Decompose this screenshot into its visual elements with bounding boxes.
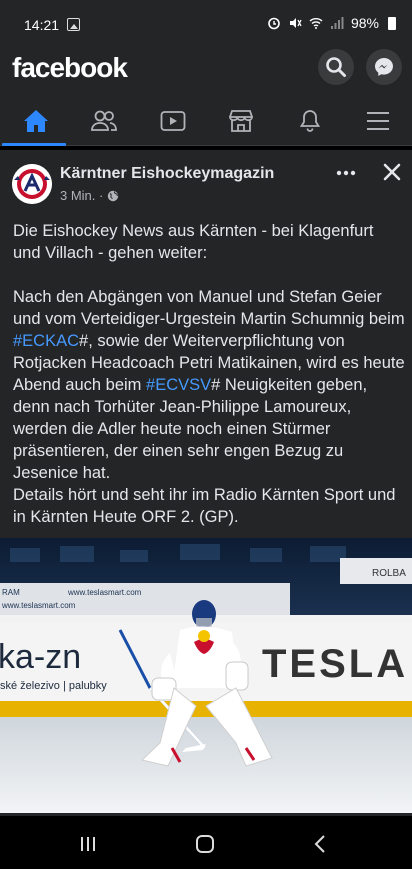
ad-ram: RAM [2, 588, 20, 597]
tab-friends[interactable] [69, 96, 138, 146]
post-meta: 3 Min. · [60, 188, 119, 203]
battery-percent: 98% [350, 15, 379, 31]
post-intro: Die Eishockey News aus Kärnten - bei Kla… [13, 222, 379, 262]
tab-menu[interactable] [343, 96, 412, 146]
alarm-icon [268, 17, 280, 30]
hockey-photo: RAM www.teslasmart.com www.teslasmart.co… [0, 538, 412, 813]
gallery-notification-icon [67, 18, 80, 31]
ad-url-2: www.teslasmart.com [1, 601, 76, 610]
messenger-button[interactable] [366, 49, 402, 85]
bell-icon [299, 110, 320, 132]
signal-icon [330, 17, 344, 29]
post-author[interactable]: Kärntner Eishockeymagazin [60, 165, 274, 183]
post-body: Die Eishockey News aus Kärnten - bei Kla… [13, 220, 405, 528]
ad-url: www.teslasmart.com [67, 588, 142, 597]
app-header: facebook [0, 44, 412, 96]
system-nav-bar [0, 820, 412, 869]
tab-watch[interactable] [138, 96, 207, 146]
recent-apps-button[interactable] [68, 830, 108, 858]
post-photo[interactable]: RAM www.teslasmart.com www.teslasmart.co… [0, 538, 412, 813]
author-avatar[interactable] [12, 164, 52, 204]
battery-icon [388, 16, 396, 30]
status-icons: 98% [267, 15, 396, 31]
back-icon [314, 835, 325, 853]
friends-icon [90, 110, 117, 131]
board-left-sub: ské železivo | palubky [0, 680, 107, 692]
globe-icon [108, 190, 119, 201]
search-button[interactable] [318, 49, 354, 85]
home-circle-icon [196, 835, 214, 853]
post-time[interactable]: 3 Min. · [60, 188, 103, 203]
tab-home[interactable] [1, 96, 70, 146]
hide-post-button[interactable] [380, 160, 404, 184]
search-icon [326, 57, 346, 77]
back-button[interactable] [300, 830, 340, 858]
tab-marketplace[interactable] [206, 96, 275, 146]
ad-rolba: ROLBA [372, 568, 406, 579]
close-icon [383, 163, 401, 181]
video-icon [160, 111, 185, 131]
messenger-icon [375, 58, 393, 76]
board-left-text: ka-zn [0, 638, 81, 676]
club-logo-icon [12, 164, 52, 204]
recents-icon [81, 837, 95, 851]
feed-post: Kärntner Eishockeymagazin 3 Min. · Die E… [0, 150, 412, 816]
wifi-icon [309, 18, 323, 29]
home-nav-button[interactable] [185, 830, 225, 858]
more-horizontal-icon [336, 170, 356, 176]
post-paragraph: Nach den Abgängen von Manuel und Stefan … [13, 286, 405, 484]
menu-icon [366, 112, 389, 130]
hashtag-link[interactable]: #ECVSV [146, 376, 211, 394]
tab-notifications[interactable] [275, 96, 344, 146]
post-options-button[interactable] [334, 163, 358, 183]
paragraph-spacer [13, 264, 405, 286]
clock: 14:21 [24, 17, 60, 33]
hashtag-link[interactable]: #ECKAC [13, 332, 79, 350]
marketplace-icon [228, 110, 253, 132]
board-right-text: TESLA [262, 642, 408, 686]
facebook-logo[interactable]: facebook [12, 52, 128, 84]
post-details: Details hört und seht ihr im Radio Kärnt… [13, 486, 401, 526]
tab-bar [0, 96, 412, 146]
home-icon [23, 110, 48, 132]
text-segment: Nach den Abgängen von Manuel und Stefan … [13, 288, 410, 328]
status-bar: 14:21 98% [0, 0, 412, 44]
mute-icon [289, 18, 302, 28]
